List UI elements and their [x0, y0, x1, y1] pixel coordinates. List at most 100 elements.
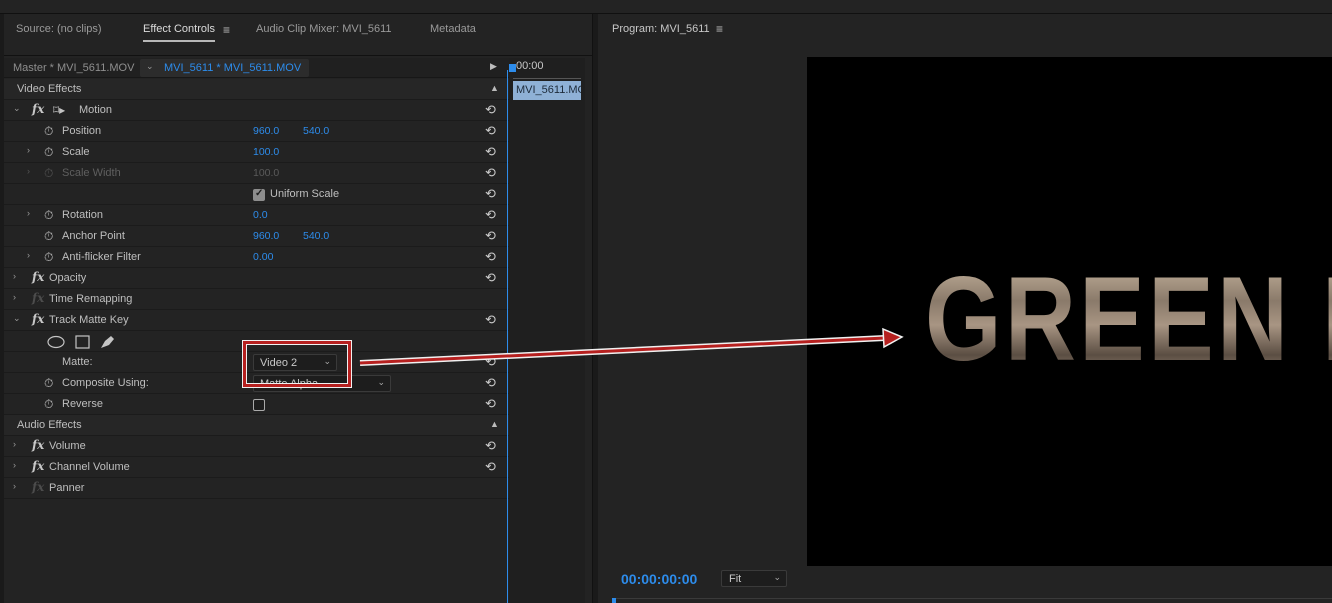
reset-icon[interactable]: ⟲ [485, 102, 496, 118]
antiflicker-label: Anti-flicker Filter [62, 251, 141, 263]
position-y-value[interactable]: 540.0 [303, 125, 329, 137]
fx-icon[interactable]: fx [32, 102, 44, 116]
transform-icon[interactable]: ⌑▸ [53, 103, 65, 117]
expand-chevron-icon[interactable]: › [13, 460, 16, 470]
tab-audio-clip-mixer[interactable]: Audio Clip Mixer: MVI_5611 [256, 23, 392, 35]
param-row-rotation: › ⏱ Rotation 0.0 ⟲ [4, 205, 580, 226]
expand-chevron-icon[interactable]: › [13, 271, 16, 281]
expand-chevron-icon[interactable]: › [27, 208, 30, 218]
clip-header: Master * MVI_5611.MOV ⌄ MVI_5611 * MVI_5… [4, 58, 509, 78]
chevron-down-icon: ⌄ [773, 572, 781, 582]
playhead-line[interactable] [507, 70, 508, 603]
clip-selector[interactable]: ⌄ MVI_5611 * MVI_5611.MOV [140, 59, 309, 77]
effect-row-track-matte-key[interactable]: ⌄ fx Track Matte Key ⟲ [4, 310, 580, 331]
reset-icon[interactable]: ⟲ [485, 354, 496, 370]
collapse-up-icon[interactable]: ▲ [490, 83, 499, 93]
panner-label: Panner [49, 482, 85, 494]
reset-icon[interactable]: ⟲ [485, 438, 496, 454]
stopwatch-icon[interactable]: ⏱ [44, 250, 53, 265]
stopwatch-icon: ⏱ [44, 166, 54, 180]
reset-icon[interactable]: ⟲ [485, 228, 496, 244]
effect-row-opacity[interactable]: › fx Opacity ⟲ [4, 268, 580, 289]
expand-chevron-icon: › [27, 166, 30, 176]
effect-row-channel-volume[interactable]: › fx Channel Volume ⟲ [4, 457, 580, 478]
effect-row-panner[interactable]: › fx Panner [4, 478, 580, 499]
video-effects-header: Video Effects ▲ [4, 79, 580, 100]
playhead-timecode[interactable]: 00:00:00:00 [621, 571, 697, 587]
panel-menu-icon[interactable]: ≡ [716, 22, 723, 36]
anchor-y-value[interactable]: 540.0 [303, 230, 329, 242]
tab-source[interactable]: Source: (no clips) [16, 23, 102, 35]
effect-row-volume[interactable]: › fx Volume ⟲ [4, 436, 580, 457]
playhead-handle[interactable] [509, 64, 516, 72]
expand-chevron-icon[interactable]: › [13, 481, 16, 491]
fx-icon[interactable]: fx [32, 312, 44, 326]
stopwatch-icon[interactable]: ⏱ [44, 208, 53, 223]
program-playhead[interactable] [612, 598, 616, 603]
program-video-frame[interactable]: GREEN I [807, 57, 1332, 566]
expand-chevron-icon[interactable]: › [13, 439, 16, 449]
collapse-up-icon[interactable]: ▲ [490, 419, 499, 429]
reset-icon[interactable]: ⟲ [485, 186, 496, 202]
tab-metadata[interactable]: Metadata [430, 23, 476, 35]
effect-controls-timeline[interactable]: 00:00 MVI_5611.MOV [509, 58, 585, 603]
reset-icon[interactable]: ⟲ [485, 375, 496, 391]
fx-icon: fx [32, 291, 45, 305]
reset-icon[interactable]: ⟲ [485, 123, 496, 139]
stopwatch-icon[interactable]: ⏱ [44, 145, 53, 160]
expand-chevron-icon[interactable]: ⌄ [13, 103, 21, 114]
stopwatch-icon[interactable]: ⏱ [44, 376, 53, 391]
effect-controls-panel: Source: (no clips) Effect Controls ≡ Aud… [4, 14, 593, 603]
stopwatch-icon[interactable]: ⏱ [44, 229, 53, 244]
fx-icon[interactable]: fx [32, 270, 44, 284]
expand-chevron-icon[interactable]: › [27, 145, 30, 155]
param-row-uniform-scale: Uniform Scale ⟲ [4, 184, 580, 205]
effect-row-time-remapping[interactable]: › fx Time Remapping [4, 289, 580, 310]
top-bar [0, 0, 1332, 14]
zoom-fit-dropdown[interactable]: Fit ⌄ [721, 570, 787, 587]
program-monitor-title[interactable]: Program: MVI_5611 [612, 23, 710, 35]
stopwatch-icon[interactable]: ⏱ [44, 124, 53, 139]
rotation-label: Rotation [62, 209, 103, 221]
effect-row-motion[interactable]: ⌄ fx ⌑▸ Motion ⟲ [4, 100, 580, 121]
reverse-checkbox[interactable] [253, 399, 265, 411]
chevron-down-icon: ⌄ [146, 61, 154, 71]
matte-label: Matte: [62, 356, 93, 368]
panel-menu-icon[interactable]: ≡ [223, 23, 230, 37]
anchor-point-label: Anchor Point [62, 230, 125, 242]
antiflicker-value[interactable]: 0.00 [253, 251, 273, 263]
matte-text-overlay: GREEN I [925, 259, 1332, 379]
expand-chevron-icon[interactable]: ⌄ [13, 313, 21, 324]
pen-mask-icon [101, 336, 114, 348]
param-row-scale: › ⏱ Scale 100.0 ⟲ [4, 142, 580, 163]
rectangle-mask-icon [75, 335, 90, 349]
uniform-scale-checkbox[interactable] [253, 188, 265, 201]
tab-effect-controls[interactable]: Effect Controls [143, 23, 215, 42]
reset-icon[interactable]: ⟲ [485, 312, 496, 328]
param-row-reverse: ⏱ Reverse ⟲ [4, 394, 580, 415]
expand-chevron-icon[interactable]: › [27, 250, 30, 260]
timeline-ruler[interactable] [513, 73, 581, 79]
uniform-scale-label: Uniform Scale [270, 188, 340, 200]
reset-icon[interactable]: ⟲ [485, 459, 496, 475]
reset-icon[interactable]: ⟲ [485, 249, 496, 265]
play-triangle-icon[interactable]: ▶ [490, 61, 497, 72]
master-clip-label[interactable]: Master * MVI_5611.MOV [13, 62, 134, 74]
reset-icon[interactable]: ⟲ [485, 207, 496, 223]
rotation-value[interactable]: 0.0 [253, 209, 268, 221]
timeline-clip[interactable]: MVI_5611.MOV [513, 81, 581, 100]
scale-value[interactable]: 100.0 [253, 146, 279, 158]
reset-icon[interactable]: ⟲ [485, 165, 496, 181]
scale-width-label: Scale Width [62, 167, 121, 179]
video-effects-label: Video Effects [17, 83, 82, 95]
reset-icon[interactable]: ⟲ [485, 396, 496, 412]
position-x-value[interactable]: 960.0 [253, 125, 279, 137]
program-time-ruler[interactable] [612, 598, 1332, 603]
expand-chevron-icon[interactable]: › [13, 292, 16, 302]
reset-icon[interactable]: ⟲ [485, 270, 496, 286]
fx-icon[interactable]: fx [32, 459, 44, 473]
fx-icon[interactable]: fx [32, 438, 44, 452]
stopwatch-icon[interactable]: ⏱ [44, 397, 53, 412]
anchor-x-value[interactable]: 960.0 [253, 230, 279, 242]
reset-icon[interactable]: ⟲ [485, 144, 496, 160]
